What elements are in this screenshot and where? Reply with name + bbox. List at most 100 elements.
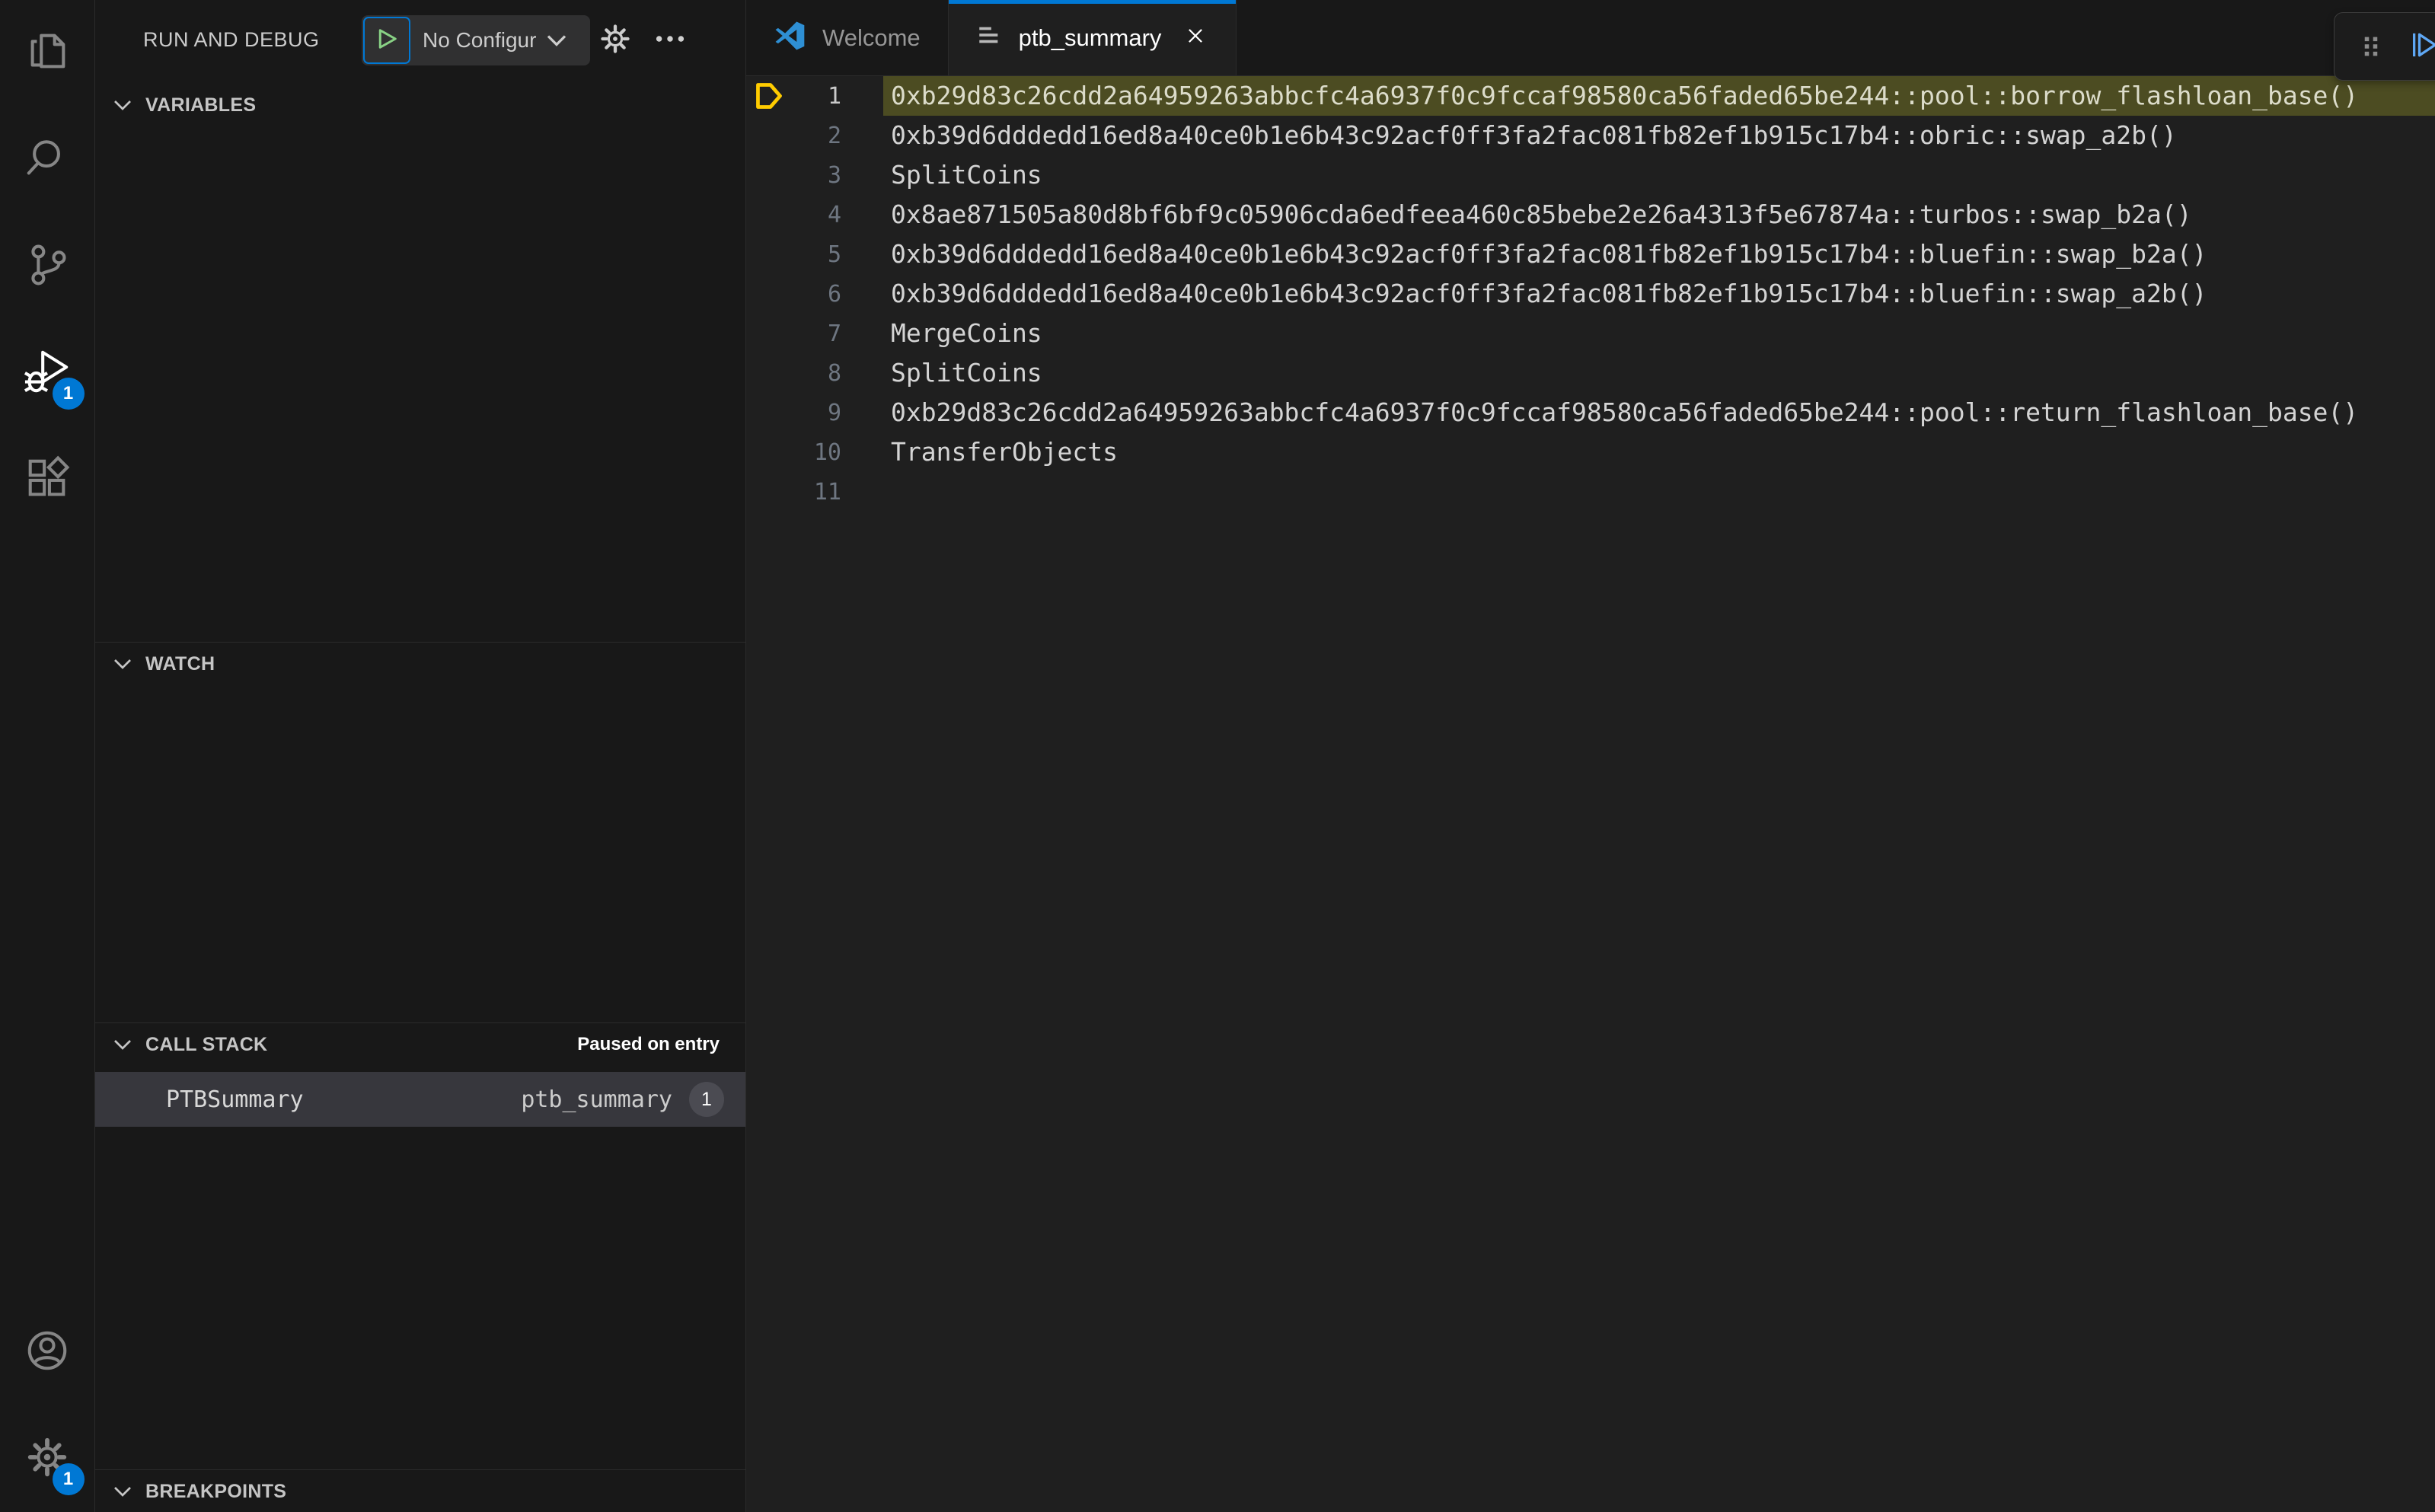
watch-section: WATCH <box>95 642 745 685</box>
code-editor[interactable]: 1 0xb29d83c26cdd2a64959263abbcfc4a6937f0c… <box>746 76 2435 1512</box>
section-label: WATCH <box>145 652 215 675</box>
frame-location: ptb_summary 1 <box>521 1082 724 1117</box>
close-tab-button[interactable] <box>1182 25 1208 51</box>
code-lines: 1 0xb29d83c26cdd2a64959263abbcfc4a6937f0c… <box>746 76 2435 512</box>
chevron-down-icon <box>545 32 568 49</box>
close-icon <box>1186 26 1205 49</box>
line-text[interactable]: TransferObjects <box>883 432 2435 472</box>
section-label: VARIABLES <box>145 94 257 116</box>
gripper-icon[interactable] <box>2349 24 2393 69</box>
line-number[interactable]: 10 <box>792 439 841 466</box>
breakpoint-gutter[interactable] <box>746 472 792 512</box>
line-text[interactable] <box>883 472 2435 512</box>
line-text[interactable]: MergeCoins <box>883 314 2435 353</box>
breakpoint-gutter[interactable] <box>746 274 792 314</box>
variables-section: VARIABLES <box>95 84 745 126</box>
sidebar-item-run-and-debug[interactable]: 1 <box>0 320 95 426</box>
start-debugging-icon <box>375 27 398 54</box>
files-icon <box>24 28 71 79</box>
line-number[interactable]: 5 <box>792 241 841 268</box>
section-label: CALL STACK <box>145 1033 268 1055</box>
breakpoint-gutter[interactable] <box>746 353 792 393</box>
breakpoint-gutter[interactable] <box>746 432 792 472</box>
line-number[interactable]: 6 <box>792 281 841 308</box>
debug-toolbar <box>2334 12 2435 81</box>
chevron-down-icon <box>112 656 133 671</box>
sidebar-item-explorer[interactable] <box>0 0 95 107</box>
sidebar-item-extensions[interactable] <box>0 426 95 533</box>
line-number[interactable]: 11 <box>792 479 841 506</box>
line-number[interactable]: 1 <box>792 83 841 110</box>
code-line[interactable]: 3 SplitCoins <box>746 155 2435 195</box>
frame-name: PTBSummary <box>166 1086 304 1113</box>
line-text[interactable]: SplitCoins <box>883 353 2435 393</box>
more-actions-button[interactable] <box>649 20 691 61</box>
more-actions-icon <box>653 21 688 60</box>
editor-group: Welcome ptb_summary 1 0xb29d83c26cdd2a64… <box>746 0 2435 1512</box>
code-line[interactable]: 10 TransferObjects <box>746 432 2435 472</box>
sidebar-title: RUN AND DEBUG <box>143 28 320 51</box>
chevron-down-icon <box>112 1484 133 1499</box>
search-icon <box>24 135 71 186</box>
breakpoint-gutter[interactable] <box>746 314 792 353</box>
variables-section-header[interactable]: VARIABLES <box>95 84 745 126</box>
start-debugging-button[interactable] <box>363 17 410 64</box>
line-number[interactable]: 2 <box>792 123 841 149</box>
breakpoint-gutter[interactable] <box>746 234 792 274</box>
call-stack-section: CALL STACK Paused on entry PTBSummary pt… <box>95 1022 745 1127</box>
debug-settings-button[interactable] <box>595 20 636 61</box>
breakpoint-gutter[interactable] <box>746 155 792 195</box>
breakpoints-section: BREAKPOINTS <box>95 1469 745 1512</box>
gear-icon <box>598 21 633 60</box>
vscode-window: 1 1 RUN AND DEBUG No Configur VARIABLES … <box>0 0 2435 1512</box>
extensions-icon <box>24 455 71 506</box>
line-number[interactable]: 3 <box>792 162 841 189</box>
line-text[interactable]: 0xb29d83c26cdd2a64959263abbcfc4a6937f0c9… <box>883 76 2435 116</box>
code-line[interactable]: 11 <box>746 472 2435 512</box>
line-text[interactable]: 0xb39d6dddedd16ed8a40ce0b1e6b43c92acf0ff… <box>883 234 2435 274</box>
code-line[interactable]: 7 MergeCoins <box>746 314 2435 353</box>
debug-config-dropdown[interactable]: No Configur <box>362 15 590 65</box>
tab-label: ptb_summary <box>1018 24 1162 51</box>
code-line[interactable]: 5 0xb39d6dddedd16ed8a40ce0b1e6b43c92acf0f… <box>746 234 2435 274</box>
line-text[interactable]: 0x8ae871505a80d8bf6bf9c05906cda6edfeea46… <box>883 195 2435 234</box>
activity-bar: 1 1 <box>0 0 95 1512</box>
line-number[interactable]: 4 <box>792 202 841 228</box>
call-stack-frame-row[interactable]: PTBSummary ptb_summary 1 <box>95 1072 745 1127</box>
sidebar-item-source-control[interactable] <box>0 213 95 320</box>
code-line[interactable]: 4 0x8ae871505a80d8bf6bf9c05906cda6edfeea4… <box>746 195 2435 234</box>
sidebar-item-search[interactable] <box>0 107 95 213</box>
source-control-icon <box>24 241 71 292</box>
tab-welcome[interactable]: Welcome <box>746 0 949 75</box>
breakpoint-gutter[interactable] <box>746 393 792 432</box>
line-number[interactable]: 7 <box>792 321 841 347</box>
line-number[interactable]: 9 <box>792 400 841 426</box>
account-button[interactable] <box>0 1299 95 1405</box>
settings-badge: 1 <box>52 1463 85 1495</box>
continue-icon <box>2407 28 2435 65</box>
tab-bar: Welcome ptb_summary <box>746 0 2435 76</box>
code-line[interactable]: 8 SplitCoins <box>746 353 2435 393</box>
code-line[interactable]: 1 0xb29d83c26cdd2a64959263abbcfc4a6937f0c… <box>746 76 2435 116</box>
tab-label: Welcome <box>822 24 921 51</box>
code-line[interactable]: 2 0xb39d6dddedd16ed8a40ce0b1e6b43c92acf0f… <box>746 116 2435 155</box>
line-text[interactable]: SplitCoins <box>883 155 2435 195</box>
continue-button[interactable] <box>2401 24 2435 69</box>
frame-line-badge: 1 <box>689 1082 724 1117</box>
frame-file: ptb_summary <box>521 1086 672 1113</box>
line-text[interactable]: 0xb29d83c26cdd2a64959263abbcfc4a6937f0c9… <box>883 393 2435 432</box>
line-text[interactable]: 0xb39d6dddedd16ed8a40ce0b1e6b43c92acf0ff… <box>883 116 2435 155</box>
line-number[interactable]: 8 <box>792 360 841 387</box>
breakpoint-gutter[interactable] <box>746 195 792 234</box>
tab-ptb-summary[interactable]: ptb_summary <box>948 0 1237 75</box>
breakpoint-gutter[interactable] <box>746 116 792 155</box>
manage-button[interactable]: 1 <box>0 1405 95 1512</box>
line-text[interactable]: 0xb39d6dddedd16ed8a40ce0b1e6b43c92acf0ff… <box>883 274 2435 314</box>
code-line[interactable]: 6 0xb39d6dddedd16ed8a40ce0b1e6b43c92acf0f… <box>746 274 2435 314</box>
watch-section-header[interactable]: WATCH <box>95 643 745 685</box>
code-line[interactable]: 9 0xb29d83c26cdd2a64959263abbcfc4a6937f0c… <box>746 393 2435 432</box>
current-line-pointer-icon[interactable] <box>746 76 792 116</box>
debug-badge: 1 <box>52 378 85 410</box>
call-stack-section-header[interactable]: CALL STACK Paused on entry <box>95 1023 745 1066</box>
breakpoints-section-header[interactable]: BREAKPOINTS <box>95 1470 745 1512</box>
